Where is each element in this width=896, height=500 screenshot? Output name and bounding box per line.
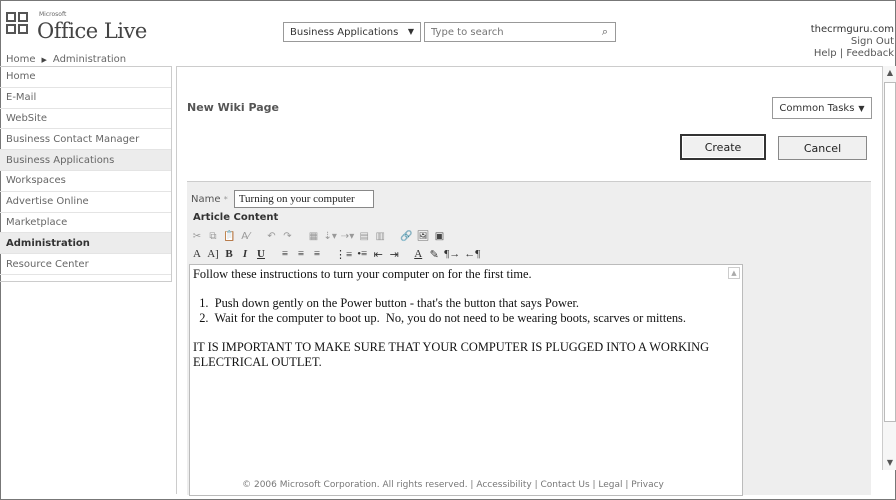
name-row: Name * — [191, 190, 374, 208]
search-input[interactable] — [424, 22, 616, 42]
numbered-list-icon[interactable]: ⋮≡ — [335, 248, 352, 261]
name-label: Name * — [191, 193, 228, 205]
breadcrumb-arrow-icon: ▶ — [41, 55, 47, 64]
breadcrumb-current: Administration — [52, 54, 127, 65]
business-select-value: Business Applications — [290, 26, 399, 38]
sidebar-item-resource-center[interactable]: Resource Center — [0, 254, 171, 275]
breadcrumb: Home ▶ Administration — [6, 54, 126, 65]
font-size-button[interactable]: A — [191, 248, 203, 260]
align-center-icon[interactable]: ≡ — [295, 248, 307, 260]
link-icon[interactable]: 🔗 — [400, 231, 412, 242]
common-tasks-menu[interactable]: Common Tasks ▼ — [772, 97, 872, 119]
sidebar-item-advertise-online[interactable]: Advertise Online — [0, 192, 171, 213]
common-tasks-label: Common Tasks — [779, 102, 855, 114]
footer-link-accessibility[interactable]: Accessibility — [476, 480, 531, 490]
scroll-down-icon[interactable]: ▼ — [884, 457, 896, 469]
outdent-icon[interactable]: ⇤ — [372, 248, 384, 261]
article-content-label: Article Content — [193, 212, 279, 223]
footer-link-privacy[interactable]: Privacy — [631, 480, 664, 490]
editor-scroll-up-icon[interactable]: ▲ — [728, 267, 740, 279]
ltr-icon[interactable]: ¶→ — [444, 248, 460, 260]
underline-button[interactable]: U — [255, 248, 267, 260]
brand-name: Office Live — [37, 19, 147, 43]
align-left-icon[interactable]: ≡ — [279, 248, 291, 260]
help-links: Help | Feedback — [813, 48, 894, 59]
logo-square-icon — [18, 24, 28, 34]
business-applications-select[interactable]: Business Applications ▼ — [283, 22, 421, 42]
sidebar-item-administration[interactable]: Administration — [0, 233, 171, 255]
italic-button[interactable]: I — [239, 248, 251, 260]
sidebar-item-website[interactable]: WebSite — [0, 109, 171, 130]
insert-row-icon[interactable]: ⇣▾ — [323, 231, 336, 242]
feedback-link[interactable]: Feedback — [846, 48, 894, 59]
logo-square-icon — [18, 12, 28, 22]
sidebar-item-business-applications[interactable]: Business Applications — [0, 150, 171, 171]
paste-icon[interactable]: 📋 — [223, 231, 235, 242]
sidebar-item-home[interactable]: Home — [0, 67, 171, 88]
sidebar-item-business-contact-manager[interactable]: Business Contact Manager — [0, 129, 171, 151]
insert-col-icon[interactable]: ⇢▾ — [341, 231, 354, 242]
indent-icon[interactable]: ⇥ — [388, 248, 400, 261]
logo-square-icon — [6, 12, 16, 22]
text-color-button[interactable]: A — [412, 248, 424, 260]
dropdown-arrow-icon: ▼ — [407, 27, 414, 36]
sign-out-link[interactable]: Sign Out — [811, 36, 894, 48]
article-editor[interactable]: Follow these instructions to turn your c… — [189, 264, 743, 496]
logo-square-icon — [6, 24, 16, 34]
split-icon[interactable]: ▥ — [374, 231, 386, 242]
embed-icon[interactable]: ▣ — [433, 231, 445, 242]
footer: © 2006 Microsoft Corporation. All rights… — [242, 480, 664, 490]
wiki-form: Name * Article Content ✂ ⧉ 📋 A⁄ ↶ ↷ ▦ ⇣▾… — [187, 181, 871, 496]
brand-small: Microsoft — [39, 11, 67, 18]
sidebar-item-marketplace[interactable]: Marketplace — [0, 213, 171, 234]
editor-toolbar-2: A A] B I U ≡ ≡ ≡ ⋮≡ •≡ ⇤ ⇥ A ✎ ¶→ ←¶ — [191, 246, 480, 262]
bulleted-list-icon[interactable]: •≡ — [356, 248, 368, 260]
table-icon[interactable]: ▦ — [307, 231, 319, 242]
highlight-icon[interactable]: ✎ — [428, 248, 440, 261]
create-button[interactable]: Create — [680, 134, 766, 160]
help-link[interactable]: Help — [814, 48, 837, 59]
align-right-icon[interactable]: ≡ — [311, 248, 323, 260]
name-field[interactable] — [233, 190, 374, 208]
undo-icon[interactable]: ↶ — [265, 231, 277, 242]
footer-link-legal[interactable]: Legal — [598, 480, 622, 490]
dropdown-arrow-icon: ▼ — [858, 103, 865, 113]
font-size-adjust-button[interactable]: A] — [207, 248, 219, 260]
spell-icon[interactable]: A⁄ — [239, 231, 251, 242]
editor-toolbar-1: ✂ ⧉ 📋 A⁄ ↶ ↷ ▦ ⇣▾ ⇢▾ ▤ ▥ 🔗 🖼 ▣ — [191, 228, 445, 244]
breadcrumb-home[interactable]: Home — [6, 54, 36, 65]
copyright-text: © 2006 Microsoft Corporation. All rights… — [242, 480, 468, 490]
search-icon[interactable]: ⌕ — [597, 24, 613, 40]
page-title: New Wiki Page — [187, 101, 280, 114]
redo-icon[interactable]: ↷ — [281, 231, 293, 242]
account-area: thecrmguru.com Sign Out Help | Feedback — [811, 24, 894, 60]
cut-icon[interactable]: ✂ — [191, 231, 203, 242]
sidebar: Home E-Mail WebSite Business Contact Man… — [0, 66, 172, 282]
sidebar-item-workspaces[interactable]: Workspaces — [0, 171, 171, 192]
image-icon[interactable]: 🖼 — [417, 231, 430, 242]
article-content-text[interactable]: Follow these instructions to turn your c… — [190, 265, 730, 495]
footer-link-contact[interactable]: Contact Us — [540, 480, 589, 490]
bold-button[interactable]: B — [223, 248, 235, 260]
page-scrollbar[interactable]: ▲ ▼ — [882, 66, 896, 470]
merge-icon[interactable]: ▤ — [358, 231, 370, 242]
cancel-button[interactable]: Cancel — [778, 136, 867, 160]
rtl-icon[interactable]: ←¶ — [464, 248, 480, 260]
scroll-thumb[interactable] — [884, 82, 896, 422]
user-name: thecrmguru.com — [810, 24, 894, 35]
copy-icon[interactable]: ⧉ — [207, 231, 219, 242]
scroll-up-icon[interactable]: ▲ — [884, 67, 896, 79]
office-live-logo[interactable]: Microsoft Office Live — [6, 10, 176, 50]
sidebar-item-email[interactable]: E-Mail — [0, 88, 171, 109]
main-content: New Wiki Page Common Tasks ▼ Create Canc… — [176, 66, 882, 496]
